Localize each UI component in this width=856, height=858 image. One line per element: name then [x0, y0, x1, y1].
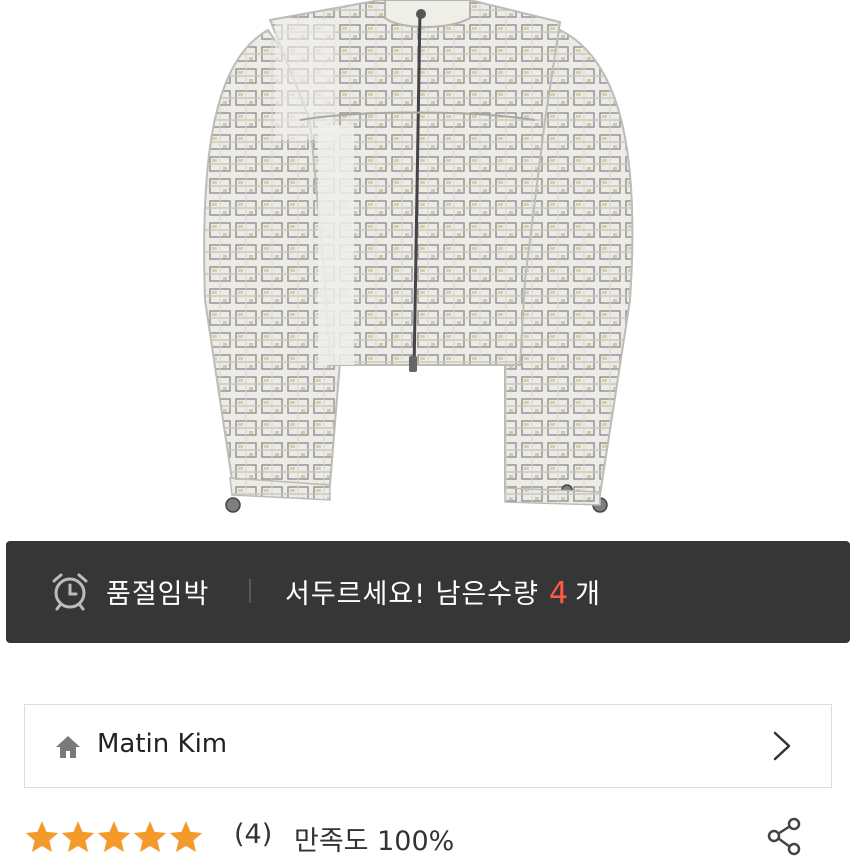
star-icon: [133, 821, 167, 852]
product-image[interactable]: [0, 0, 856, 540]
star-icon: [25, 821, 59, 852]
share-icon[interactable]: [764, 816, 804, 856]
stock-alert-banner: 품절임박 서두르세요! 남은수량 4 개: [6, 541, 850, 643]
brand-link-row[interactable]: Matin Kim: [24, 704, 832, 788]
rating-row: (4) 만족도 100%: [24, 816, 832, 857]
banner-divider: [249, 579, 251, 603]
star-icon: [169, 821, 203, 852]
star-icon: [61, 821, 95, 852]
brand-name: Matin Kim: [97, 729, 228, 759]
home-icon: [56, 736, 80, 758]
review-count[interactable]: (4): [234, 819, 272, 850]
stock-count: 4: [548, 576, 570, 611]
hurry-label: 서두르세요! 남은수량: [285, 579, 539, 610]
alarm-clock-icon: [52, 573, 88, 611]
remaining-stock-text: 서두르세요! 남은수량 4 개: [285, 572, 601, 611]
satisfaction-rate: 만족도 100%: [294, 826, 455, 857]
jacket-illustration: [203, 0, 634, 513]
urgent-label: 품절임박: [106, 579, 210, 610]
star-icon: [97, 821, 131, 852]
stock-unit: 개: [575, 579, 601, 610]
chevron-right-icon[interactable]: [771, 730, 793, 762]
